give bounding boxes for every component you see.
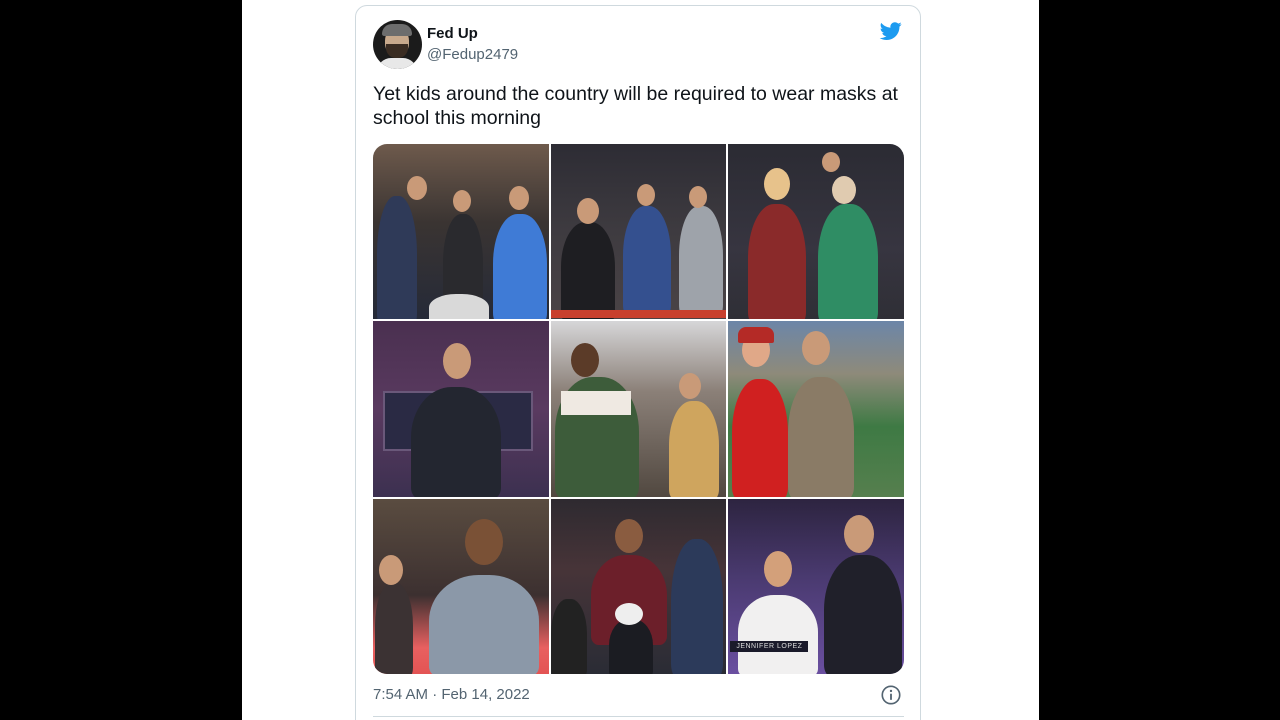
page-background: Fed Up @Fedup2479 Yet kids around the co… bbox=[242, 0, 1039, 720]
photo-7[interactable] bbox=[373, 498, 549, 674]
photo-8[interactable] bbox=[550, 498, 727, 674]
info-icon[interactable] bbox=[880, 684, 902, 706]
twitter-bird-icon[interactable] bbox=[878, 20, 904, 42]
caption-label: JENNIFER LOPEZ bbox=[730, 640, 809, 652]
photo-6[interactable] bbox=[728, 321, 904, 497]
photo-1[interactable] bbox=[373, 144, 549, 320]
tweet-text: Yet kids around the country will be requ… bbox=[373, 83, 898, 129]
divider bbox=[373, 716, 904, 717]
tweet-card[interactable]: Fed Up @Fedup2479 Yet kids around the co… bbox=[355, 5, 921, 720]
display-name[interactable]: Fed Up bbox=[427, 25, 478, 42]
photo-4[interactable] bbox=[373, 321, 549, 497]
photo-3[interactable] bbox=[728, 144, 904, 320]
photo-grid[interactable]: JENNIFER LOPEZ bbox=[373, 144, 904, 674]
photo-5[interactable] bbox=[550, 321, 727, 497]
avatar[interactable] bbox=[373, 20, 422, 69]
tweet-timestamp[interactable]: 7:54 AM · Feb 14, 2022 bbox=[373, 686, 530, 703]
photo-9[interactable]: JENNIFER LOPEZ bbox=[728, 498, 904, 674]
user-handle[interactable]: @Fedup2479 bbox=[427, 46, 518, 63]
photo-2[interactable] bbox=[550, 144, 727, 320]
